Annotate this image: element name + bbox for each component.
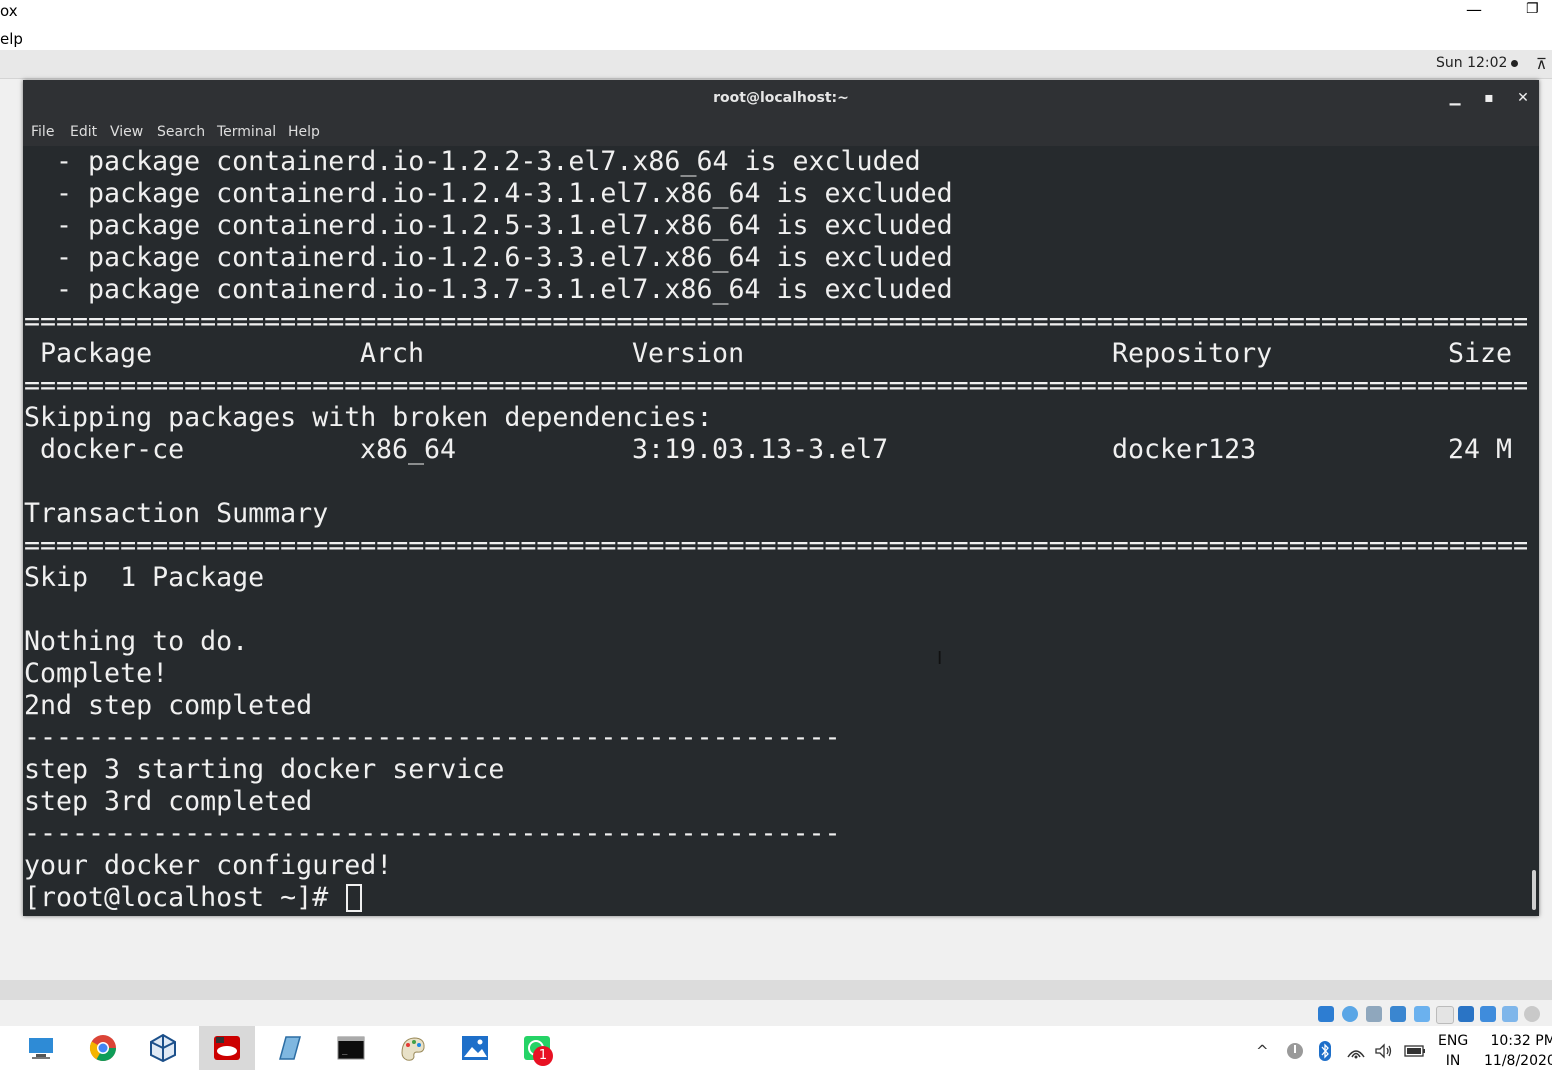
output-line: - package containerd.io-1.3.7-3.1.el7.x8… xyxy=(24,274,953,305)
host-window-title: ox xyxy=(0,2,18,20)
gnome-clock[interactable]: Sun 12:02 xyxy=(1436,55,1519,71)
svg-text:_: _ xyxy=(342,1046,348,1056)
transaction-summary: Transaction Summary xyxy=(24,498,329,529)
menu-view[interactable]: View xyxy=(110,124,143,140)
scrollbar-thumb[interactable] xyxy=(1532,870,1536,910)
complete-line: Complete! xyxy=(24,658,169,689)
header-size: Size xyxy=(1448,338,1513,369)
terminal-title-bar[interactable]: root@localhost:~ ▁ ▪ ✕ xyxy=(23,80,1539,117)
row-repository: docker123 xyxy=(1112,434,1257,465)
ibeam-cursor-icon: I xyxy=(937,648,943,669)
terminal-output[interactable]: - package containerd.io-1.2.2-3.el7.x86_… xyxy=(23,146,1529,916)
header-repository: Repository xyxy=(1112,338,1273,369)
host-restore-button[interactable]: ❐ xyxy=(1526,1,1539,17)
display-icon[interactable] xyxy=(1458,1006,1474,1022)
notepad-icon[interactable] xyxy=(274,1033,304,1063)
output-line: - package containerd.io-1.2.5-3.1.el7.x8… xyxy=(24,210,953,241)
menu-search[interactable]: Search xyxy=(157,124,205,140)
taskbar-clock[interactable]: 10:32 PM 11/8/2020 xyxy=(1484,1031,1552,1071)
cpu-icon[interactable] xyxy=(1502,1006,1518,1022)
terminal-menu-bar: File Edit View Search Terminal Help xyxy=(23,117,1539,146)
host-menu-help[interactable]: elp xyxy=(0,30,23,48)
optical-drive-icon[interactable] xyxy=(1342,1006,1358,1022)
whatsapp-badge: 1 xyxy=(533,1046,553,1066)
row-size: 24 M xyxy=(1448,434,1513,465)
network-icon[interactable]: ⊼ xyxy=(1536,55,1547,73)
menu-terminal[interactable]: Terminal xyxy=(217,124,276,140)
single-rule: ----------------------------------------… xyxy=(24,722,841,753)
gnome-clock-text: Sun 12:02 xyxy=(1436,55,1508,71)
language-indicator[interactable]: ENG IN xyxy=(1438,1031,1468,1071)
double-rule: ========================================… xyxy=(24,530,1527,561)
notification-dot-icon xyxy=(1511,59,1519,67)
step3-done-line: step 3rd completed xyxy=(24,786,313,817)
step2-line: 2nd step completed xyxy=(24,690,313,721)
double-rule: ========================================… xyxy=(24,370,1527,401)
text-cursor xyxy=(346,884,363,912)
prompt-line[interactable]: [root@localhost ~]# xyxy=(24,882,363,914)
audio-icon[interactable] xyxy=(1366,1006,1382,1022)
row-version: 3:19.03.13-3.el7 xyxy=(632,434,889,465)
menu-help[interactable]: Help xyxy=(288,124,320,140)
redhat-vm-icon[interactable] xyxy=(212,1033,242,1063)
tray-chevron-icon[interactable]: ^ xyxy=(1256,1042,1269,1060)
usb-icon[interactable] xyxy=(1414,1006,1430,1022)
mouse-integration-icon[interactable] xyxy=(1524,1006,1540,1022)
vbox-separator xyxy=(0,980,1552,1000)
battery-icon[interactable] xyxy=(1404,1045,1426,1057)
shell-prompt: [root@localhost ~]# xyxy=(24,882,345,913)
volume-icon[interactable] xyxy=(1374,1043,1394,1059)
clock-time: 10:32 PM xyxy=(1490,1033,1552,1049)
this-pc-icon[interactable] xyxy=(26,1033,56,1063)
configured-line: your docker configured! xyxy=(24,850,393,881)
header-arch: Arch xyxy=(360,338,425,369)
network-adapter-icon[interactable] xyxy=(1390,1006,1406,1022)
header-version: Version xyxy=(632,338,745,369)
terminal-maximize-button[interactable]: ▪ xyxy=(1479,88,1499,108)
gnome-top-bar: Sun 12:02 ⊼ xyxy=(0,50,1552,79)
recording-icon[interactable] xyxy=(1480,1006,1496,1022)
clock-date: 11/8/2020 xyxy=(1484,1053,1552,1069)
output-line: - package containerd.io-1.2.4-3.1.el7.x8… xyxy=(24,178,953,209)
bluetooth-icon[interactable] xyxy=(1318,1041,1332,1061)
double-rule: ========================================… xyxy=(24,306,1527,337)
virtualbox-icon[interactable] xyxy=(148,1033,178,1063)
drive-tray-icon[interactable] xyxy=(1286,1042,1304,1060)
region-code: IN xyxy=(1445,1053,1461,1069)
step3-start-line: step 3 starting docker service xyxy=(24,754,505,785)
output-line: - package containerd.io-1.2.6-3.3.el7.x8… xyxy=(24,242,953,273)
terminal-minimize-button[interactable]: ▁ xyxy=(1445,88,1465,108)
header-package: Package xyxy=(40,338,153,369)
skipping-label: Skipping packages with broken dependenci… xyxy=(24,402,713,433)
shared-folder-icon[interactable] xyxy=(1436,1006,1454,1024)
terminal-close-button[interactable]: ✕ xyxy=(1513,88,1533,108)
table-header-row: Package Arch Version Repository Size xyxy=(24,338,1527,370)
host-minimize-button[interactable]: — xyxy=(1466,0,1482,19)
chrome-icon[interactable] xyxy=(88,1033,118,1063)
wifi-icon[interactable] xyxy=(1346,1043,1366,1059)
terminal-window: root@localhost:~ ▁ ▪ ✕ File Edit View Se… xyxy=(23,80,1539,916)
nothing-to-do-line: Nothing to do. xyxy=(24,626,249,657)
terminal-scrollbar[interactable] xyxy=(1529,146,1539,916)
row-package: docker-ce xyxy=(40,434,185,465)
table-row: docker-ce x86_64 3:19.03.13-3.el7 docker… xyxy=(24,434,1527,466)
output-line: - package containerd.io-1.2.2-3.el7.x86_… xyxy=(24,146,921,177)
language-code: ENG xyxy=(1438,1033,1469,1049)
row-arch: x86_64 xyxy=(360,434,457,465)
skip-line: Skip 1 Package xyxy=(24,562,265,593)
single-rule: ----------------------------------------… xyxy=(24,818,841,849)
host-title-bar: ox — ❐ xyxy=(0,0,1552,26)
terminal-title: root@localhost:~ xyxy=(713,90,849,106)
command-prompt-icon[interactable]: _ xyxy=(336,1033,366,1063)
menu-edit[interactable]: Edit xyxy=(70,124,97,140)
host-menu-bar: elp xyxy=(0,26,1552,50)
paint-icon[interactable] xyxy=(398,1033,428,1063)
hard-disk-icon[interactable] xyxy=(1318,1006,1334,1022)
menu-file[interactable]: File xyxy=(31,124,54,140)
photos-icon[interactable] xyxy=(460,1033,490,1063)
